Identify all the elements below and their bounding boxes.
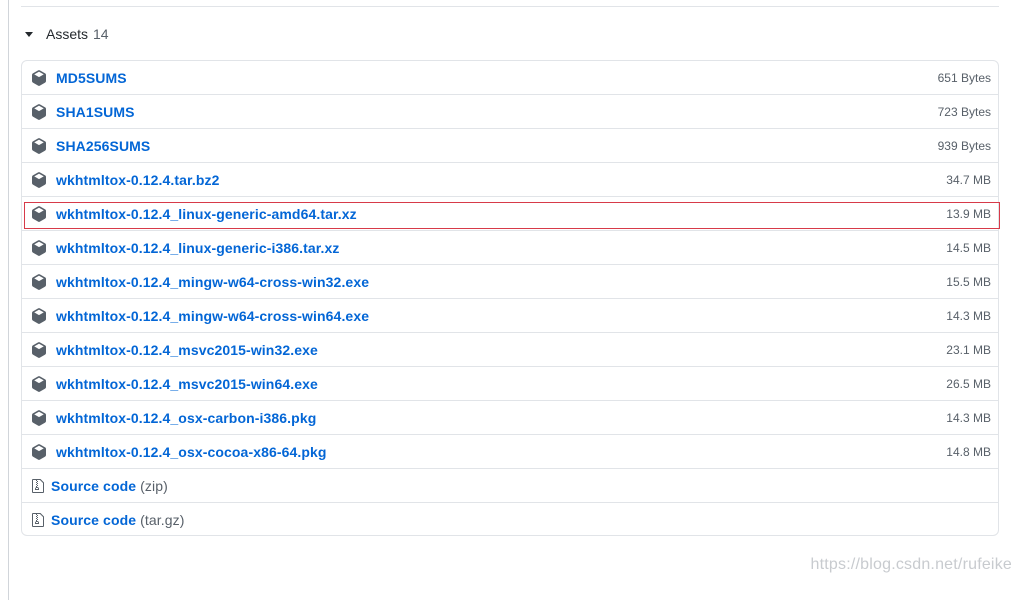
asset-link[interactable]: wkhtmltox-0.12.4_osx-carbon-i386.pkg: [56, 410, 316, 426]
source-format: (tar.gz): [140, 511, 185, 528]
asset-row: wkhtmltox-0.12.4_mingw-w64-cross-win64.e…: [22, 298, 998, 332]
source-code-targz-link[interactable]: Source code (tar.gz): [51, 512, 185, 528]
asset-list: MD5SUMS 651 Bytes SHA1SUMS 723 Bytes SHA…: [21, 60, 999, 536]
asset-size: 26.5 MB: [946, 376, 991, 391]
package-icon: [32, 69, 46, 86]
asset-size: 651 Bytes: [937, 70, 991, 85]
asset-size: 34.7 MB: [946, 172, 991, 187]
package-icon: [32, 239, 46, 256]
package-icon: [32, 409, 46, 426]
asset-link[interactable]: wkhtmltox-0.12.4_mingw-w64-cross-win64.e…: [56, 308, 369, 324]
triangle-down-icon: [25, 31, 33, 37]
package-icon: [32, 443, 46, 460]
source-code-label: Source code: [51, 477, 137, 494]
asset-link[interactable]: MD5SUMS: [56, 70, 127, 86]
asset-link[interactable]: wkhtmltox-0.12.4.tar.bz2: [56, 172, 219, 188]
package-icon: [32, 171, 46, 188]
asset-row: wkhtmltox-0.12.4_linux-generic-i386.tar.…: [22, 230, 998, 264]
package-icon: [32, 307, 46, 324]
source-code-zip-link[interactable]: Source code (zip): [51, 478, 168, 494]
asset-size: 939 Bytes: [937, 138, 991, 153]
source-code-label: Source code: [51, 511, 137, 528]
source-format: (zip): [140, 477, 168, 494]
package-icon: [32, 273, 46, 290]
divider: [21, 6, 999, 7]
asset-row: MD5SUMS 651 Bytes: [22, 61, 998, 94]
asset-row: wkhtmltox-0.12.4_msvc2015-win32.exe 23.1…: [22, 332, 998, 366]
asset-row: SHA1SUMS 723 Bytes: [22, 94, 998, 128]
package-icon: [32, 375, 46, 392]
asset-row: wkhtmltox-0.12.4_msvc2015-win64.exe 26.5…: [22, 366, 998, 400]
source-code-row: Source code (tar.gz): [22, 502, 998, 535]
asset-size: 15.5 MB: [946, 274, 991, 289]
asset-row: wkhtmltox-0.12.4.tar.bz2 34.7 MB: [22, 162, 998, 196]
package-icon: [32, 205, 46, 222]
asset-row: wkhtmltox-0.12.4_osx-cocoa-x86-64.pkg 14…: [22, 434, 998, 468]
asset-row: wkhtmltox-0.12.4_mingw-w64-cross-win32.e…: [22, 264, 998, 298]
package-icon: [32, 103, 46, 120]
watermark: https://blog.csdn.net/rufeike: [810, 556, 1012, 573]
assets-count: 14: [93, 26, 109, 42]
asset-size: 14.3 MB: [946, 308, 991, 323]
source-code-row: Source code (zip): [22, 468, 998, 502]
file-zip-icon: [32, 512, 44, 527]
asset-row: wkhtmltox-0.12.4_osx-carbon-i386.pkg 14.…: [22, 400, 998, 434]
package-icon: [32, 341, 46, 358]
asset-link[interactable]: wkhtmltox-0.12.4_osx-cocoa-x86-64.pkg: [56, 444, 327, 460]
asset-link[interactable]: wkhtmltox-0.12.4_linux-generic-amd64.tar…: [56, 206, 357, 222]
asset-link[interactable]: SHA1SUMS: [56, 104, 135, 120]
assets-toggle[interactable]: Assets 14: [24, 24, 109, 44]
asset-link[interactable]: wkhtmltox-0.12.4_linux-generic-i386.tar.…: [56, 240, 340, 256]
assets-title: Assets: [46, 26, 89, 42]
asset-size: 14.5 MB: [946, 240, 991, 255]
asset-size: 723 Bytes: [937, 104, 991, 119]
file-zip-icon: [32, 478, 44, 493]
asset-row: SHA256SUMS 939 Bytes: [22, 128, 998, 162]
asset-link[interactable]: SHA256SUMS: [56, 138, 150, 154]
asset-size: 14.8 MB: [946, 444, 991, 459]
asset-size: 13.9 MB: [946, 206, 991, 221]
asset-size: 14.3 MB: [946, 410, 991, 425]
asset-link[interactable]: wkhtmltox-0.12.4_mingw-w64-cross-win32.e…: [56, 274, 369, 290]
package-icon: [32, 137, 46, 154]
asset-row: wkhtmltox-0.12.4_linux-generic-amd64.tar…: [22, 196, 998, 230]
asset-size: 23.1 MB: [946, 342, 991, 357]
asset-link[interactable]: wkhtmltox-0.12.4_msvc2015-win32.exe: [56, 342, 318, 358]
asset-link[interactable]: wkhtmltox-0.12.4_msvc2015-win64.exe: [56, 376, 318, 392]
